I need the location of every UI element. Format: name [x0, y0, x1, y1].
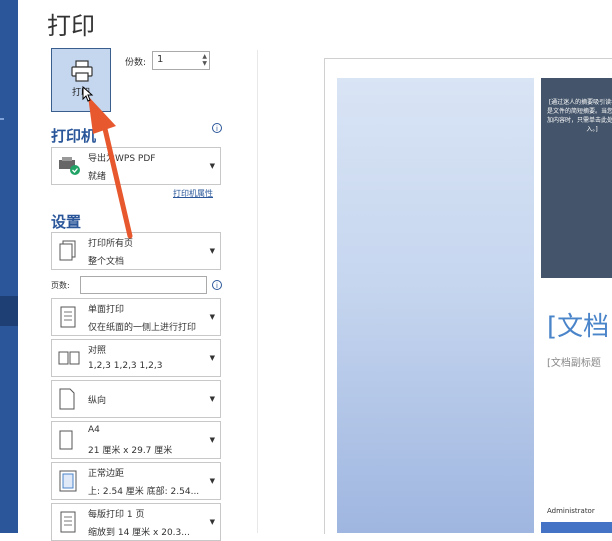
- footer-bar: [541, 522, 612, 533]
- printer-icon: [71, 60, 93, 82]
- sides-dropdown[interactable]: 单面打印 仅在纸面的一侧上进行打印 ▼: [51, 298, 221, 336]
- orientation-dropdown[interactable]: 纵向 ▼: [51, 380, 221, 418]
- printer-name: 导出为WPS PDF: [88, 154, 156, 164]
- print-range-dropdown[interactable]: 打印所有页 整个文档 ▼: [51, 232, 221, 270]
- margins-icon: [59, 470, 77, 492]
- copies-label: 份数:: [125, 58, 147, 68]
- chevron-down-icon: ▼: [209, 354, 215, 362]
- mouse-cursor-icon: [82, 86, 94, 102]
- pages-per-sheet-dropdown[interactable]: 每版打印 1 页 缩放到 14 厘米 x 20.3... ▼: [51, 503, 221, 541]
- paper-size-line1: A4: [88, 425, 100, 435]
- print-range-line1: 打印所有页: [88, 239, 134, 249]
- copies-input[interactable]: 1 ▲ ▼: [152, 51, 210, 70]
- doc-author: Administrator: [547, 507, 595, 515]
- doc-subtitle: [文档副标题: [547, 358, 601, 369]
- pages-info-icon[interactable]: i: [212, 280, 222, 290]
- portrait-icon: [59, 388, 75, 410]
- printer-status: 就绪: [88, 172, 107, 182]
- pages-input[interactable]: [80, 276, 207, 294]
- chevron-down-icon: ▼: [209, 436, 215, 444]
- chevron-down-icon: ▼: [209, 518, 215, 526]
- collate-line2: 1,2,3 1,2,3 1,2,3: [88, 361, 163, 371]
- pages-icon: [59, 240, 76, 261]
- printer-heading: 打印机: [51, 127, 97, 145]
- print-range-line2: 整个文档: [88, 257, 125, 267]
- print-button-label: 打印: [71, 88, 90, 98]
- pages-per-sheet-line1: 每版打印 1 页: [88, 510, 145, 520]
- print-button[interactable]: 打印: [51, 48, 111, 112]
- pages-per-sheet-icon: [60, 511, 76, 533]
- printer-ready-icon: [59, 157, 80, 175]
- chevron-down-icon: ▼: [209, 162, 215, 170]
- backstage-sidebar: [0, 0, 18, 533]
- cover-gradient: [337, 78, 534, 533]
- doc-title: [文档: [547, 312, 610, 342]
- abstract-box: [通过迷人的摘要吸引读者。通常是文件的简短摘要。当您准备好添加内容时，只需单击此…: [541, 78, 612, 278]
- orientation-line1: 纵向: [88, 396, 107, 406]
- sides-line2: 仅在纸面的一侧上进行打印: [88, 323, 197, 333]
- paper-size-dropdown[interactable]: A4 21 厘米 x 29.7 厘米 ▼: [51, 421, 221, 459]
- printer-properties-link[interactable]: 打印机属性: [173, 188, 213, 199]
- copies-value: 1: [157, 54, 164, 65]
- margins-line2: 上: 2.54 厘米 底部: 2.54...: [88, 487, 200, 497]
- chevron-down-icon: ▼: [209, 247, 215, 255]
- abstract-text: [通过迷人的摘要吸引读者。通常是文件的简短摘要。当您准备好添加内容时，只需单击此…: [547, 99, 612, 133]
- sides-line1: 单面打印: [88, 305, 125, 315]
- chevron-down-icon: ▼: [209, 313, 215, 321]
- settings-heading: 设置: [51, 213, 82, 231]
- collate-line1: 对照: [88, 346, 107, 356]
- collate-dropdown[interactable]: 对照 1,2,3 1,2,3 1,2,3 ▼: [51, 339, 221, 377]
- page-title: 打印: [47, 12, 95, 40]
- paper-size-line2: 21 厘米 x 29.7 厘米: [88, 446, 173, 456]
- chevron-down-icon: ▼: [209, 395, 215, 403]
- margins-dropdown[interactable]: 正常边距 上: 2.54 厘米 底部: 2.54... ▼: [51, 462, 221, 500]
- sidebar-tick: [0, 118, 4, 120]
- printer-dropdown[interactable]: 导出为WPS PDF 就绪 ▼: [51, 147, 221, 185]
- paper-icon: [59, 430, 73, 450]
- chevron-down-icon: ▼: [209, 477, 215, 485]
- margins-line1: 正常边距: [88, 469, 125, 479]
- sidebar-selected-item[interactable]: [0, 296, 18, 326]
- printer-info-icon[interactable]: i: [212, 123, 222, 133]
- collate-icon: [58, 351, 80, 365]
- pages-label: 页数:: [51, 281, 70, 290]
- single-side-icon: [60, 306, 76, 328]
- copies-spinner[interactable]: ▲ ▼: [202, 53, 207, 67]
- pages-per-sheet-line2: 缩放到 14 厘米 x 20.3...: [88, 528, 190, 538]
